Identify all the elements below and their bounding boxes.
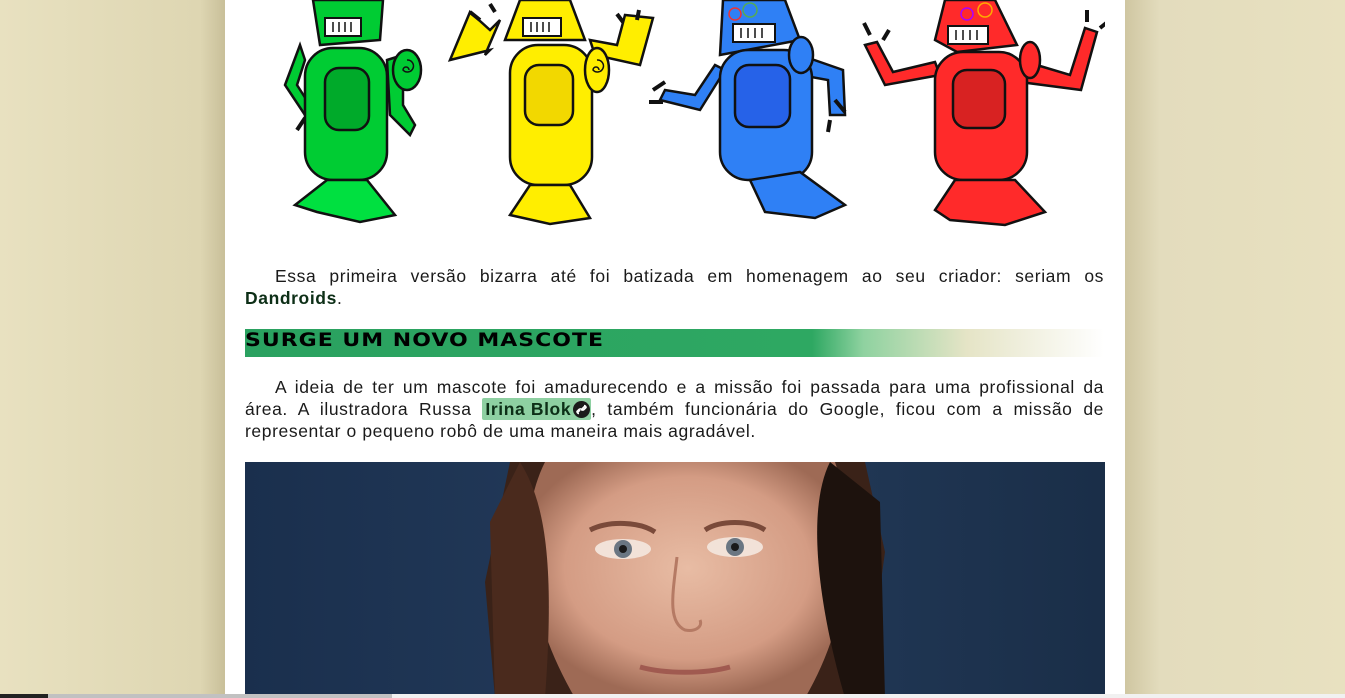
link-icon [573, 401, 591, 418]
article-page: Essa primeira versão bizarra até foi bat… [225, 0, 1125, 698]
section-heading: SURGE UM NOVO MASCOTE [245, 330, 604, 352]
green-robot-figure [283, 0, 423, 224]
irina-blok-link[interactable]: Irina Blok [482, 398, 592, 420]
irina-blok-portrait-photo [245, 462, 1105, 698]
paragraph-dandroids: Essa primeira versão bizarra até foi bat… [245, 265, 1104, 309]
yellow-robot-figure [447, 0, 655, 226]
robots-illustration [283, 0, 1105, 227]
paragraph-end: . [336, 288, 343, 308]
blue-robot-figure [649, 0, 848, 220]
paragraph-text: Essa primeira versão bizarra até foi bat… [275, 266, 1104, 286]
paragraph-irina-blok: A ideia de ter um mascote foi amadurecen… [245, 376, 1104, 442]
irina-blok-link-label: Irina Blok [485, 399, 572, 419]
scrollbar-thumb[interactable] [48, 694, 392, 698]
scrollbar-track-left [0, 694, 48, 698]
dandroids-bold: Dandroids [245, 288, 337, 308]
red-robot-figure [862, 0, 1105, 227]
section-heading-bar: SURGE UM NOVO MASCOTE [245, 329, 1104, 357]
horizontal-scrollbar[interactable] [0, 694, 1345, 698]
